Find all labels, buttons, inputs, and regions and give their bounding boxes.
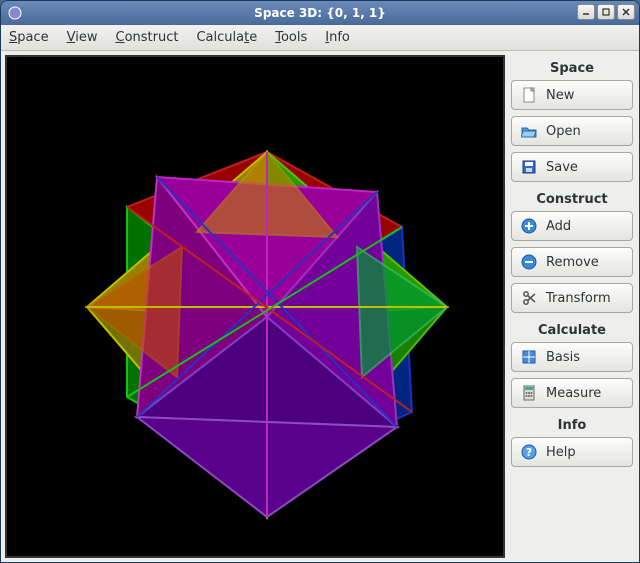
app-window: Space 3D: {0, 1, 1} Space View Construct… bbox=[0, 0, 640, 563]
maximize-button[interactable] bbox=[597, 4, 615, 20]
plus-circle-icon bbox=[520, 217, 538, 235]
basis-button[interactable]: Basis bbox=[511, 342, 633, 372]
menu-calculate[interactable]: Calculate bbox=[196, 30, 257, 45]
menu-tools[interactable]: Tools bbox=[275, 30, 307, 45]
calculator-icon bbox=[520, 384, 538, 402]
new-button[interactable]: New bbox=[511, 80, 633, 110]
button-label: Save bbox=[546, 160, 578, 175]
section-title-construct: Construct bbox=[511, 188, 633, 209]
remove-button[interactable]: Remove bbox=[511, 247, 633, 277]
button-label: Measure bbox=[546, 386, 601, 401]
save-button[interactable]: Save bbox=[511, 152, 633, 182]
content-area: Space New Open Save Construct bbox=[1, 51, 639, 562]
svg-text:?: ? bbox=[526, 446, 532, 459]
minus-circle-icon bbox=[520, 253, 538, 271]
floppy-save-icon bbox=[520, 158, 538, 176]
help-circle-icon: ? bbox=[520, 443, 538, 461]
titlebar[interactable]: Space 3D: {0, 1, 1} bbox=[1, 1, 639, 25]
section-title-info: Info bbox=[511, 414, 633, 435]
window-title: Space 3D: {0, 1, 1} bbox=[254, 6, 386, 20]
button-label: Basis bbox=[546, 350, 580, 365]
help-button[interactable]: ? Help bbox=[511, 437, 633, 467]
transform-button[interactable]: Transform bbox=[511, 283, 633, 313]
button-label: Help bbox=[546, 445, 576, 460]
folder-open-icon bbox=[520, 122, 538, 140]
close-button[interactable] bbox=[617, 4, 635, 20]
button-label: Remove bbox=[546, 255, 599, 270]
app-icon bbox=[7, 5, 23, 24]
open-button[interactable]: Open bbox=[511, 116, 633, 146]
menu-view[interactable]: View bbox=[67, 30, 98, 45]
menu-info[interactable]: Info bbox=[325, 30, 350, 45]
section-title-space: Space bbox=[511, 57, 633, 78]
button-label: Open bbox=[546, 124, 581, 139]
3d-viewport[interactable] bbox=[5, 55, 505, 558]
add-button[interactable]: Add bbox=[511, 211, 633, 241]
measure-button[interactable]: Measure bbox=[511, 378, 633, 408]
menu-construct[interactable]: Construct bbox=[116, 30, 179, 45]
section-title-calculate: Calculate bbox=[511, 319, 633, 340]
sidebar: Space New Open Save Construct bbox=[509, 55, 635, 558]
button-label: New bbox=[546, 88, 574, 103]
minimize-button[interactable] bbox=[577, 4, 595, 20]
window-controls bbox=[577, 4, 635, 20]
button-label: Transform bbox=[546, 291, 611, 306]
menu-space[interactable]: Space bbox=[9, 30, 49, 45]
scissors-icon bbox=[520, 289, 538, 307]
document-new-icon bbox=[520, 86, 538, 104]
grid-icon bbox=[520, 348, 538, 366]
menubar: Space View Construct Calculate Tools Inf… bbox=[1, 25, 639, 51]
button-label: Add bbox=[546, 219, 571, 234]
